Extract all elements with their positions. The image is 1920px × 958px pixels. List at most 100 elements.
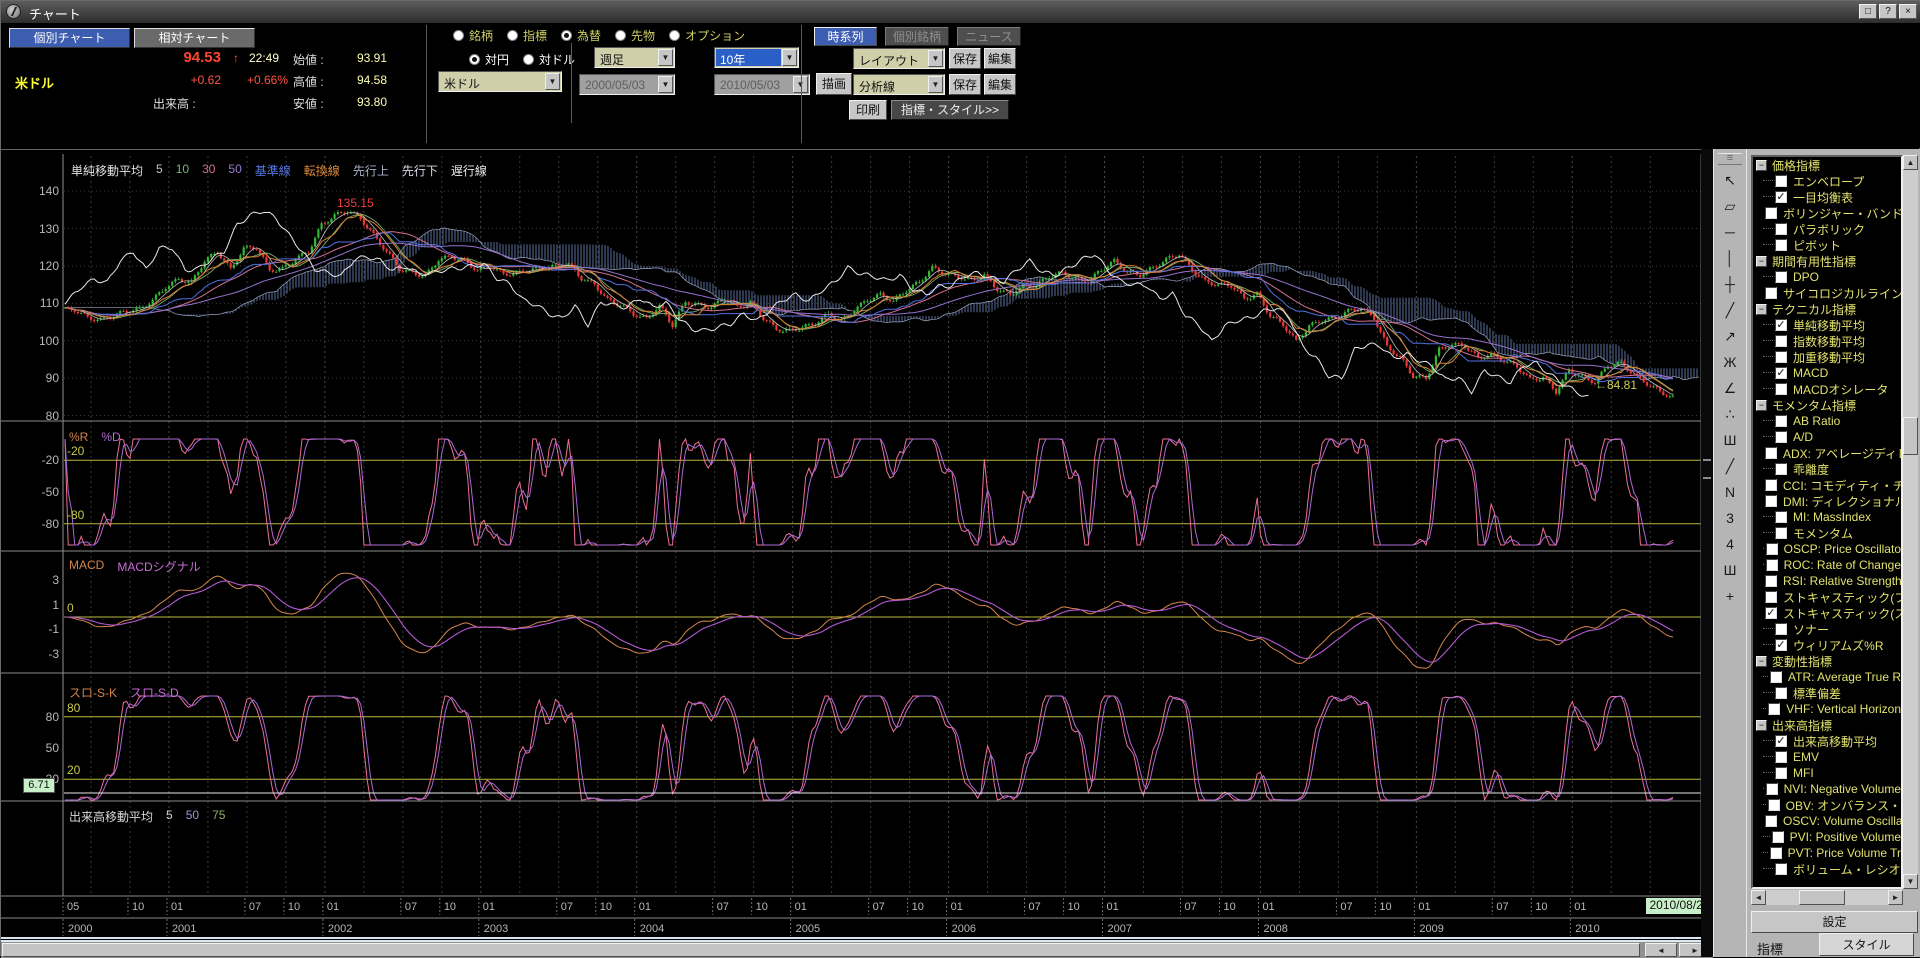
checkbox-icon[interactable] bbox=[1765, 591, 1777, 603]
speed-resistance-tool[interactable]: ∴ bbox=[1718, 403, 1742, 427]
layout-select[interactable]: レイアウト ▼ bbox=[853, 48, 945, 69]
tree-item[interactable]: ✓一目均衡表 bbox=[1753, 189, 1901, 205]
tree-item[interactable]: CCI: コモディティ・チャ bbox=[1753, 477, 1901, 493]
radio-icon[interactable] bbox=[453, 30, 464, 41]
tree-item[interactable]: MI: MassIndex bbox=[1753, 509, 1901, 525]
tree-horizontal-scrollbar[interactable]: ◄ ► bbox=[1751, 890, 1903, 905]
fibonacci-time-tool[interactable]: Ш bbox=[1718, 559, 1742, 583]
tree-item[interactable]: ピボット bbox=[1753, 237, 1901, 253]
scroll-left-icon[interactable]: ◄ bbox=[1751, 890, 1766, 905]
tree-item[interactable]: 乖離度 bbox=[1753, 461, 1901, 477]
checkbox-icon[interactable] bbox=[1770, 847, 1782, 859]
tree-item[interactable]: ストキャスティック(ファ bbox=[1753, 589, 1901, 605]
tree-item[interactable]: DPO bbox=[1753, 269, 1901, 285]
layout-edit-button[interactable]: 編集 bbox=[984, 48, 1016, 69]
close-button[interactable]: × bbox=[1899, 4, 1917, 19]
cycle-3-lines-tool[interactable]: 3 bbox=[1718, 507, 1742, 531]
tree-item[interactable]: OSCV: Volume Oscilla bbox=[1753, 813, 1901, 829]
zigzag-tool[interactable]: N bbox=[1718, 481, 1742, 505]
tree-vscroll-thumb[interactable] bbox=[1903, 417, 1918, 455]
tree-item[interactable]: PVI: Positive Volume bbox=[1753, 829, 1901, 845]
vertical-line-tool[interactable]: │ bbox=[1718, 247, 1742, 271]
tree-item[interactable]: 指数移動平均 bbox=[1753, 333, 1901, 349]
collapse-icon[interactable]: − bbox=[1756, 656, 1767, 667]
checkbox-icon[interactable] bbox=[1775, 511, 1787, 523]
checkbox-icon[interactable] bbox=[1775, 687, 1787, 699]
tree-item[interactable]: AB Ratio bbox=[1753, 413, 1901, 429]
checkbox-icon[interactable] bbox=[1765, 479, 1777, 491]
ray-line-tool[interactable]: ↗ bbox=[1718, 325, 1742, 349]
pair-radio-0[interactable]: 対円 bbox=[469, 51, 509, 68]
checkbox-icon[interactable] bbox=[1772, 831, 1784, 843]
draw-button[interactable]: 描画 bbox=[816, 73, 852, 95]
collapse-icon[interactable]: − bbox=[1756, 256, 1767, 267]
checkbox-icon[interactable]: ✓ bbox=[1775, 735, 1787, 747]
gann-fan-tool[interactable]: Ж bbox=[1718, 351, 1742, 375]
style-tab-button[interactable]: スタイル bbox=[1819, 933, 1914, 956]
scroll-down-icon[interactable]: ▼ bbox=[1903, 874, 1918, 889]
tree-item[interactable]: ボリューム・レシオ bbox=[1753, 861, 1901, 877]
cursor-tool[interactable]: ↖ bbox=[1718, 169, 1742, 193]
pair-radio-1[interactable]: 対ドル bbox=[523, 51, 575, 68]
tree-group[interactable]: −価格指標 bbox=[1753, 157, 1901, 173]
settings-button[interactable]: 設定 bbox=[1751, 911, 1918, 933]
tree-item[interactable]: ✓単純移動平均 bbox=[1753, 317, 1901, 333]
chevron-down-icon[interactable]: ▼ bbox=[545, 73, 560, 90]
fibonacci-retracement-tool[interactable]: Ш bbox=[1718, 429, 1742, 453]
tree-item[interactable]: モメンタム bbox=[1753, 525, 1901, 541]
checkbox-icon[interactable]: ✓ bbox=[1765, 607, 1777, 619]
checkbox-icon[interactable] bbox=[1765, 815, 1777, 827]
analysis-line-save-button[interactable]: 保存 bbox=[949, 74, 981, 95]
analysis-line-select[interactable]: 分析線 ▼ bbox=[853, 74, 945, 95]
tree-item[interactable]: ✓ストキャスティック(スロ bbox=[1753, 605, 1901, 621]
chart-plot-area[interactable]: 0510010710010710010710010710010710010710… bbox=[1, 149, 1713, 939]
indicator-style-button[interactable]: 指標・スタイル>> bbox=[891, 100, 1009, 120]
radio-icon[interactable] bbox=[469, 54, 480, 65]
tree-group[interactable]: −モメンタム指標 bbox=[1753, 397, 1901, 413]
horizontal-line-tool[interactable]: ─ bbox=[1718, 221, 1742, 245]
tree-item[interactable]: 加重移動平均 bbox=[1753, 349, 1901, 365]
tree-item[interactable]: OSCP: Price Oscillato bbox=[1753, 541, 1901, 557]
tree-item[interactable]: EMV bbox=[1753, 749, 1901, 765]
tree-item[interactable]: ボリンジャー・バンド bbox=[1753, 205, 1901, 221]
chevron-down-icon[interactable]: ▼ bbox=[928, 50, 943, 67]
checkbox-icon[interactable] bbox=[1775, 751, 1787, 763]
checkbox-icon[interactable] bbox=[1775, 351, 1787, 363]
checkbox-icon[interactable] bbox=[1765, 447, 1777, 459]
crosshair-tool[interactable]: ┼ bbox=[1718, 273, 1742, 297]
checkbox-icon[interactable]: ✓ bbox=[1775, 367, 1787, 379]
checkbox-icon[interactable] bbox=[1775, 335, 1787, 347]
tree-item[interactable]: ROC: Rate of Change bbox=[1753, 557, 1901, 573]
tree-group[interactable]: −テクニカル指標 bbox=[1753, 301, 1901, 317]
tree-item[interactable]: ソナー bbox=[1753, 621, 1901, 637]
asset-radio-4[interactable]: オプション bbox=[669, 27, 745, 44]
checkbox-icon[interactable] bbox=[1775, 175, 1787, 187]
checkbox-icon[interactable] bbox=[1775, 623, 1787, 635]
trend-line-tool[interactable]: ╱ bbox=[1718, 299, 1742, 323]
tree-hscroll-thumb[interactable] bbox=[1799, 890, 1845, 905]
range-select[interactable]: 10年 ▼ bbox=[714, 47, 799, 68]
chevron-down-icon[interactable]: ▼ bbox=[658, 49, 673, 66]
checkbox-icon[interactable] bbox=[1775, 431, 1787, 443]
tree-item[interactable]: ✓出来高移動平均 bbox=[1753, 733, 1901, 749]
checkbox-icon[interactable] bbox=[1775, 383, 1787, 395]
checkbox-icon[interactable] bbox=[1775, 527, 1787, 539]
checkbox-icon[interactable] bbox=[1768, 703, 1780, 715]
analysis-line-edit-button[interactable]: 編集 bbox=[984, 74, 1016, 95]
checkbox-icon[interactable] bbox=[1765, 287, 1777, 299]
chart-canvas[interactable]: 0510010710010710010710010710010710010710… bbox=[1, 150, 1713, 940]
symbol-select[interactable]: 米ドル ▼ bbox=[438, 71, 562, 92]
scroll-left-button[interactable]: ◄ bbox=[1645, 943, 1677, 957]
checkbox-icon[interactable] bbox=[1775, 463, 1787, 475]
indicator-tree[interactable]: −価格指標エンベロープ✓一目均衡表ボリンジャー・バンドパラボリックピボット−期間… bbox=[1751, 155, 1903, 889]
toolbar-grip[interactable]: ≡ bbox=[1718, 153, 1742, 165]
chevron-down-icon[interactable]: ▼ bbox=[928, 76, 943, 93]
horizontal-scrollbar[interactable]: ◄ ► bbox=[1, 940, 1713, 958]
tree-vertical-scrollbar[interactable]: ▲ ▼ bbox=[1903, 155, 1918, 889]
tree-item[interactable]: MFI bbox=[1753, 765, 1901, 781]
tree-item[interactable]: NVI: Negative Volume bbox=[1753, 781, 1901, 797]
tree-item[interactable]: MACDオシレータ bbox=[1753, 381, 1901, 397]
checkbox-icon[interactable] bbox=[1765, 575, 1777, 587]
collapse-icon[interactable]: − bbox=[1756, 304, 1767, 315]
tree-item[interactable]: PVT: Price Volume Tr bbox=[1753, 845, 1901, 861]
